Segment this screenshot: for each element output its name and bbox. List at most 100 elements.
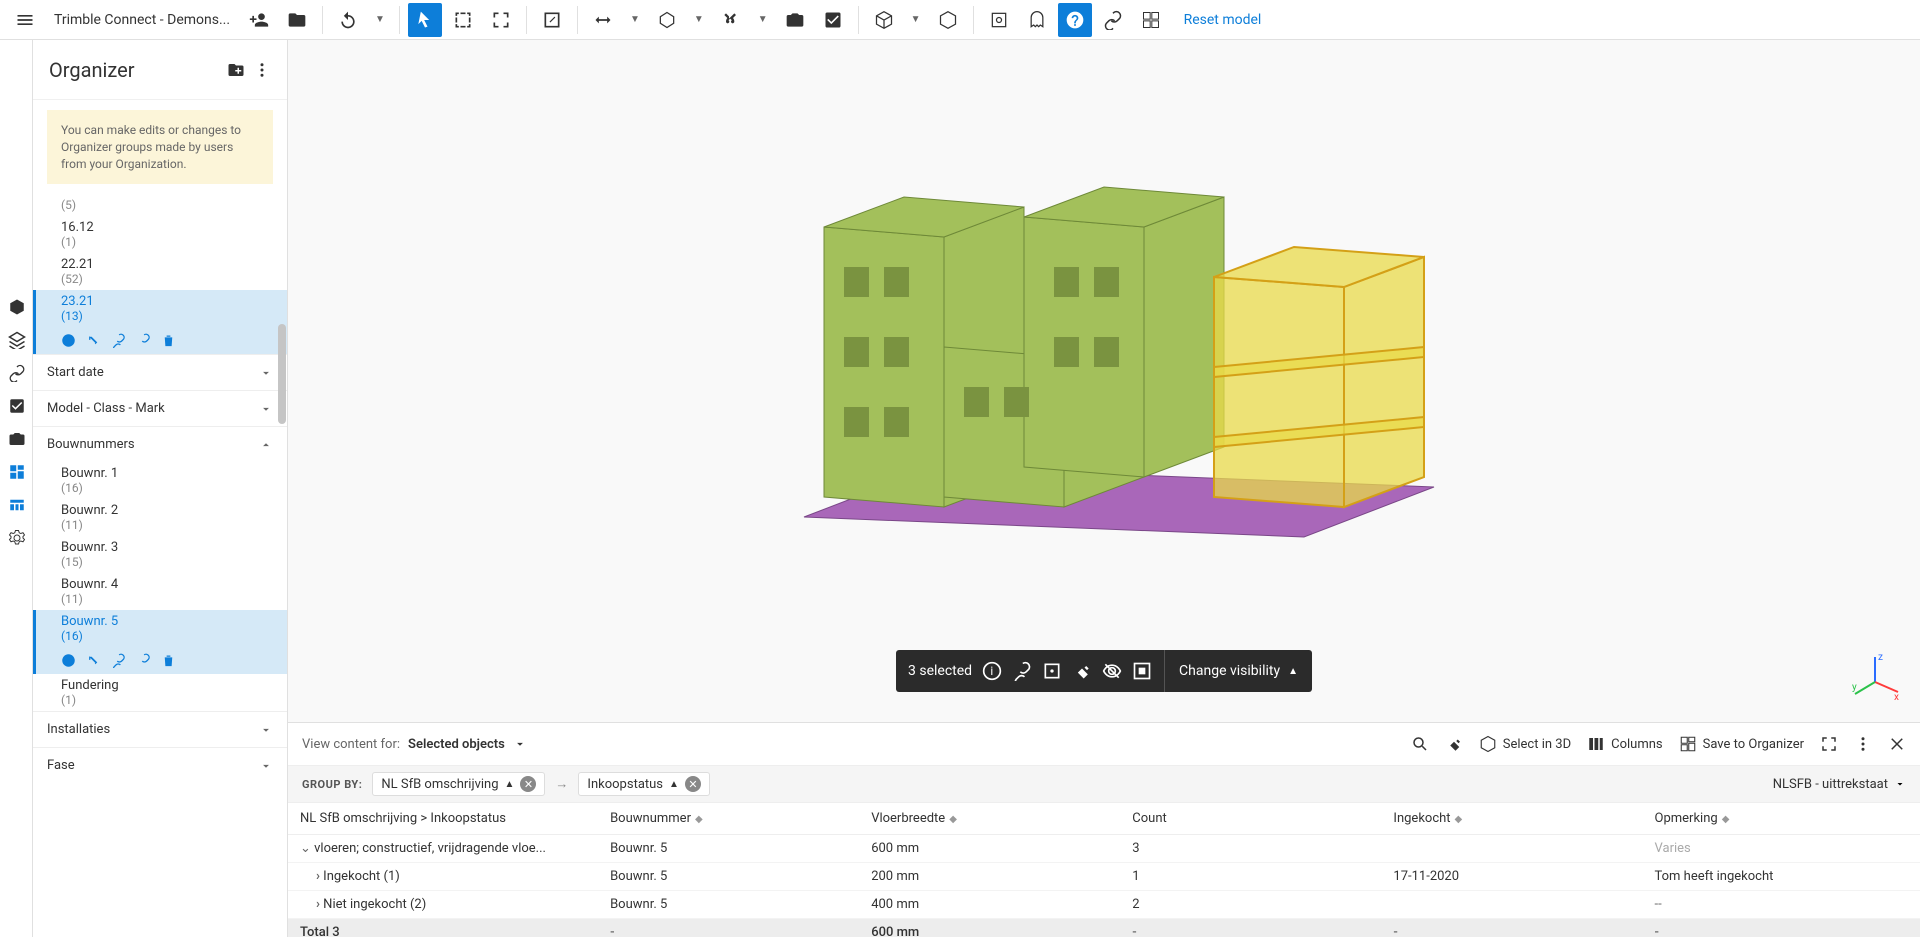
group-model-class-mark[interactable]: Model - Class - Mark <box>33 390 287 426</box>
group-installaties[interactable]: Installaties <box>33 711 287 747</box>
table-row[interactable]: Total 3-600 mm--- <box>288 919 1920 937</box>
table-cell: 3 <box>1120 835 1381 863</box>
dropdown-arrow[interactable]: ▼ <box>688 14 710 25</box>
close-icon[interactable]: ✕ <box>520 776 536 792</box>
cube-icon[interactable] <box>867 3 901 37</box>
more-icon[interactable] <box>253 61 271 79</box>
chevron-down-icon <box>259 759 273 773</box>
table-row[interactable]: Ingekocht (1)Bouwnr. 5200 mm117-11-2020T… <box>288 863 1920 891</box>
clip-plane-icon[interactable] <box>982 3 1016 37</box>
link-icon[interactable] <box>111 653 126 668</box>
table-cell: Bouwnr. 5 <box>598 835 859 863</box>
table-header[interactable]: NL SfB omschrijving > Inkoopstatus <box>288 803 598 835</box>
organizer-icon[interactable] <box>0 455 33 488</box>
table-row[interactable]: vloeren; constructief, vrijdragende vloe… <box>288 835 1920 863</box>
camera-icon[interactable] <box>778 3 812 37</box>
tree-item[interactable]: Bouwnr. 2(11) <box>33 499 287 536</box>
dropdown-arrow[interactable]: ▼ <box>624 14 646 25</box>
table-header[interactable]: Count <box>1120 803 1381 835</box>
scrollbar[interactable] <box>278 324 286 424</box>
layout-select[interactable]: NLSFB - uittrekstaat <box>1773 777 1906 792</box>
dropdown-arrow[interactable]: ▼ <box>752 14 774 25</box>
save-to-organizer-button[interactable]: Save to Organizer <box>1679 735 1804 753</box>
delete-icon[interactable] <box>161 333 176 348</box>
chevron-down-icon <box>259 723 273 737</box>
views-icon[interactable] <box>0 422 33 455</box>
settings-icon[interactable] <box>0 521 33 554</box>
search-icon[interactable] <box>1411 735 1429 753</box>
group-chip[interactable]: NL SfB omschrijving▲✕ <box>372 772 545 796</box>
todo-icon[interactable] <box>0 389 33 422</box>
info-icon[interactable] <box>61 653 76 668</box>
hide-icon[interactable] <box>1102 661 1122 681</box>
table-header[interactable]: Vloerbreedte◆ <box>859 803 1120 835</box>
folder-icon[interactable] <box>280 3 314 37</box>
table-header[interactable]: Opmerking◆ <box>1643 803 1920 835</box>
fit-selection-icon[interactable] <box>484 3 518 37</box>
cube-outline-icon[interactable] <box>931 3 965 37</box>
group-start-date[interactable]: Start date <box>33 354 287 390</box>
new-folder-icon[interactable] <box>227 61 245 79</box>
cursor-icon[interactable] <box>408 3 442 37</box>
table-row[interactable]: Niet ingekocht (2)Bouwnr. 5400 mm2-- <box>288 891 1920 919</box>
tree-item[interactable]: 22.21(52) <box>33 253 287 290</box>
group-fase[interactable]: Fase <box>33 747 287 783</box>
models-icon[interactable] <box>0 290 33 323</box>
tree-item[interactable]: 16.12(1) <box>33 216 287 253</box>
paint-icon[interactable] <box>1072 661 1092 681</box>
close-icon[interactable]: ✕ <box>685 776 701 792</box>
more-icon[interactable] <box>1854 735 1872 753</box>
unlink-icon[interactable] <box>136 333 151 348</box>
select-in-3d-button[interactable]: Select in 3D <box>1479 735 1571 753</box>
link-icon[interactable] <box>1096 3 1130 37</box>
3d-viewport[interactable]: z x y 3 selected i Change visibility▲ <box>288 40 1920 722</box>
group-bouwnummers[interactable]: Bouwnummers <box>33 426 287 462</box>
tree-item-selected[interactable]: 23.21(13) <box>33 290 287 327</box>
measure-icon[interactable] <box>586 3 620 37</box>
attachments-icon[interactable] <box>0 356 33 389</box>
link-icon[interactable] <box>1012 661 1032 681</box>
fullscreen-icon[interactable] <box>1820 735 1838 753</box>
reset-model-link[interactable]: Reset model <box>1184 12 1262 28</box>
change-visibility-button[interactable]: Change visibility▲ <box>1164 650 1312 692</box>
tree-item[interactable]: Bouwnr. 1(16) <box>33 462 287 499</box>
close-icon[interactable] <box>1888 735 1906 753</box>
ghost-icon[interactable] <box>1020 3 1054 37</box>
unlink-icon[interactable] <box>136 653 151 668</box>
chevron-down-icon[interactable] <box>513 737 527 751</box>
columns-button[interactable]: Columns <box>1587 735 1663 753</box>
layers-icon[interactable] <box>0 323 33 356</box>
rectangle-select-icon[interactable] <box>446 3 480 37</box>
group-chip[interactable]: Inkoopstatus▲✕ <box>578 772 710 796</box>
isolate-icon[interactable] <box>1132 661 1152 681</box>
tree-item[interactable]: Fundering(1) <box>33 674 287 711</box>
view-content-value[interactable]: Selected objects <box>408 737 505 752</box>
tree-item[interactable]: Bouwnr. 3(15) <box>33 536 287 573</box>
tree-item[interactable]: Bouwnr. 4(11) <box>33 573 287 610</box>
divider <box>973 6 974 34</box>
table-header[interactable]: Ingekocht◆ <box>1381 803 1642 835</box>
help-icon[interactable] <box>1058 3 1092 37</box>
fit-icon[interactable] <box>1042 661 1062 681</box>
grid-icon[interactable] <box>1134 3 1168 37</box>
add-user-icon[interactable] <box>242 3 276 37</box>
shape-icon[interactable] <box>650 3 684 37</box>
cut-icon[interactable] <box>714 3 748 37</box>
data-table-icon[interactable] <box>0 488 33 521</box>
link-icon[interactable] <box>111 333 126 348</box>
tree-item-selected[interactable]: Bouwnr. 5(16) <box>33 610 287 647</box>
dropdown-arrow[interactable]: ▼ <box>905 14 927 25</box>
tree-item[interactable]: (5) <box>33 194 287 216</box>
go-icon[interactable] <box>86 653 101 668</box>
paint-icon[interactable] <box>1445 735 1463 753</box>
menu-icon[interactable] <box>8 3 42 37</box>
undo-icon[interactable] <box>331 3 365 37</box>
info-icon[interactable]: i <box>982 661 1002 681</box>
markup-icon[interactable] <box>535 3 569 37</box>
table-header[interactable]: Bouwnummer◆ <box>598 803 859 835</box>
delete-icon[interactable] <box>161 653 176 668</box>
info-icon[interactable] <box>61 333 76 348</box>
checklist-icon[interactable] <box>816 3 850 37</box>
go-icon[interactable] <box>86 333 101 348</box>
dropdown-arrow[interactable]: ▼ <box>369 14 391 25</box>
